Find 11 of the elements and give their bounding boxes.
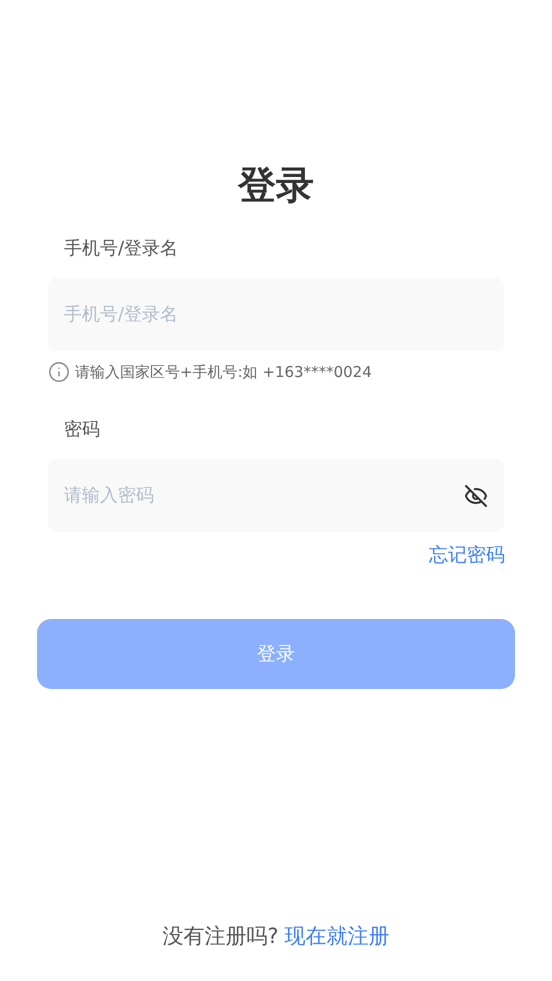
forgot-password-link[interactable]: 忘记密码 xyxy=(429,542,505,568)
register-link[interactable]: 现在就注册 xyxy=(284,921,390,951)
hint-text: 请输入国家区号+手机号:如 +163****0024 xyxy=(75,362,372,383)
username-field[interactable]: 手机号/登录名 xyxy=(48,278,504,351)
eye-off-icon[interactable] xyxy=(464,484,488,508)
password-field[interactable]: 请输入密码 xyxy=(48,459,504,532)
field-label: 手机号/登录名 xyxy=(64,237,178,261)
register-prompt: 没有注册吗? xyxy=(162,923,279,950)
field-label: 密码 xyxy=(64,418,100,442)
page-title: 登录 xyxy=(238,162,314,209)
info-icon xyxy=(48,361,70,383)
